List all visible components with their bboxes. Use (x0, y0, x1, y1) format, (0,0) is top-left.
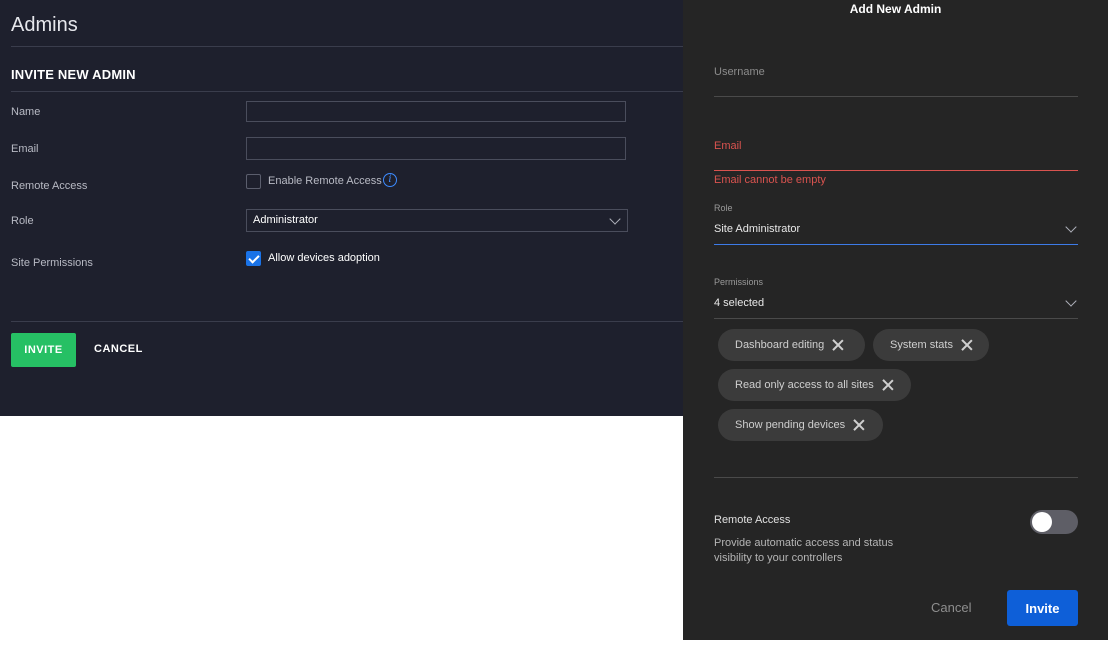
enable-remote-access-label[interactable]: Enable Remote Access (268, 175, 382, 187)
username-underline (714, 96, 1078, 97)
add-admin-drawer: Add New Admin Username Email Email canno… (683, 0, 1108, 640)
title-divider (11, 46, 683, 47)
permission-chip: Dashboard editing (718, 329, 865, 361)
permission-chip: Read only access to all sites (718, 369, 911, 401)
remote-access-description: Provide automatic access and status visi… (714, 537, 894, 564)
remote-access-label: Remote Access (11, 180, 88, 192)
permissions-chevron-down-icon[interactable] (1065, 295, 1077, 307)
info-icon[interactable]: i (383, 173, 397, 187)
allow-devices-adoption-label[interactable]: Allow devices adoption (268, 252, 380, 264)
role-label: Role (714, 203, 733, 213)
role-select[interactable]: Administrator (246, 209, 628, 232)
remote-access-toggle[interactable] (1030, 510, 1078, 534)
drawer-title: Add New Admin (849, 2, 942, 16)
role-chevron-down-icon[interactable] (1065, 221, 1077, 233)
role-select[interactable]: Site Administrator (714, 223, 800, 235)
cancel-button[interactable]: Cancel (931, 600, 971, 615)
close-icon[interactable] (961, 339, 973, 351)
site-permissions-label: Site Permissions (11, 257, 93, 269)
role-underline (714, 244, 1078, 245)
invite-button[interactable]: Invite (1007, 590, 1078, 626)
chip-label: Read only access to all sites (735, 379, 874, 391)
permissions-label: Permissions (714, 277, 764, 287)
admins-page: Admins INVITE NEW ADMIN Name Email Remot… (0, 0, 683, 416)
invite-button[interactable]: INVITE (11, 333, 76, 367)
cancel-button[interactable]: CANCEL (94, 343, 143, 355)
chip-label: Dashboard editing (735, 339, 825, 351)
chip-label: Show pending devices (735, 419, 846, 431)
section-divider (11, 91, 683, 92)
close-icon[interactable] (853, 419, 865, 431)
enable-remote-access-checkbox[interactable] (246, 174, 261, 189)
permission-chip: System stats (873, 329, 989, 361)
close-icon[interactable] (832, 339, 844, 351)
name-field[interactable] (246, 101, 626, 122)
role-label: Role (11, 215, 34, 227)
remote-access-title: Remote Access (714, 514, 791, 526)
email-error-message: Email cannot be empty (714, 174, 826, 186)
permissions-underline (714, 318, 1078, 319)
page-title: Admins (11, 14, 78, 36)
toggle-knob (1032, 512, 1052, 532)
section-divider (714, 477, 1078, 478)
permissions-select[interactable]: 4 selected (714, 297, 764, 309)
email-input[interactable]: Email (714, 140, 742, 152)
username-input[interactable]: Username (714, 66, 765, 78)
close-icon[interactable] (882, 379, 894, 391)
email-underline (714, 170, 1078, 171)
permission-chip: Show pending devices (718, 409, 883, 441)
form-footer-divider (11, 321, 683, 322)
chevron-down-icon (609, 213, 621, 225)
section-title: INVITE NEW ADMIN (11, 67, 136, 82)
name-label: Name (11, 106, 41, 118)
role-select-value: Administrator (253, 214, 318, 226)
email-field[interactable] (246, 137, 626, 160)
chip-label: System stats (890, 339, 953, 351)
allow-devices-adoption-checkbox[interactable] (246, 251, 261, 266)
email-label: Email (11, 143, 39, 155)
